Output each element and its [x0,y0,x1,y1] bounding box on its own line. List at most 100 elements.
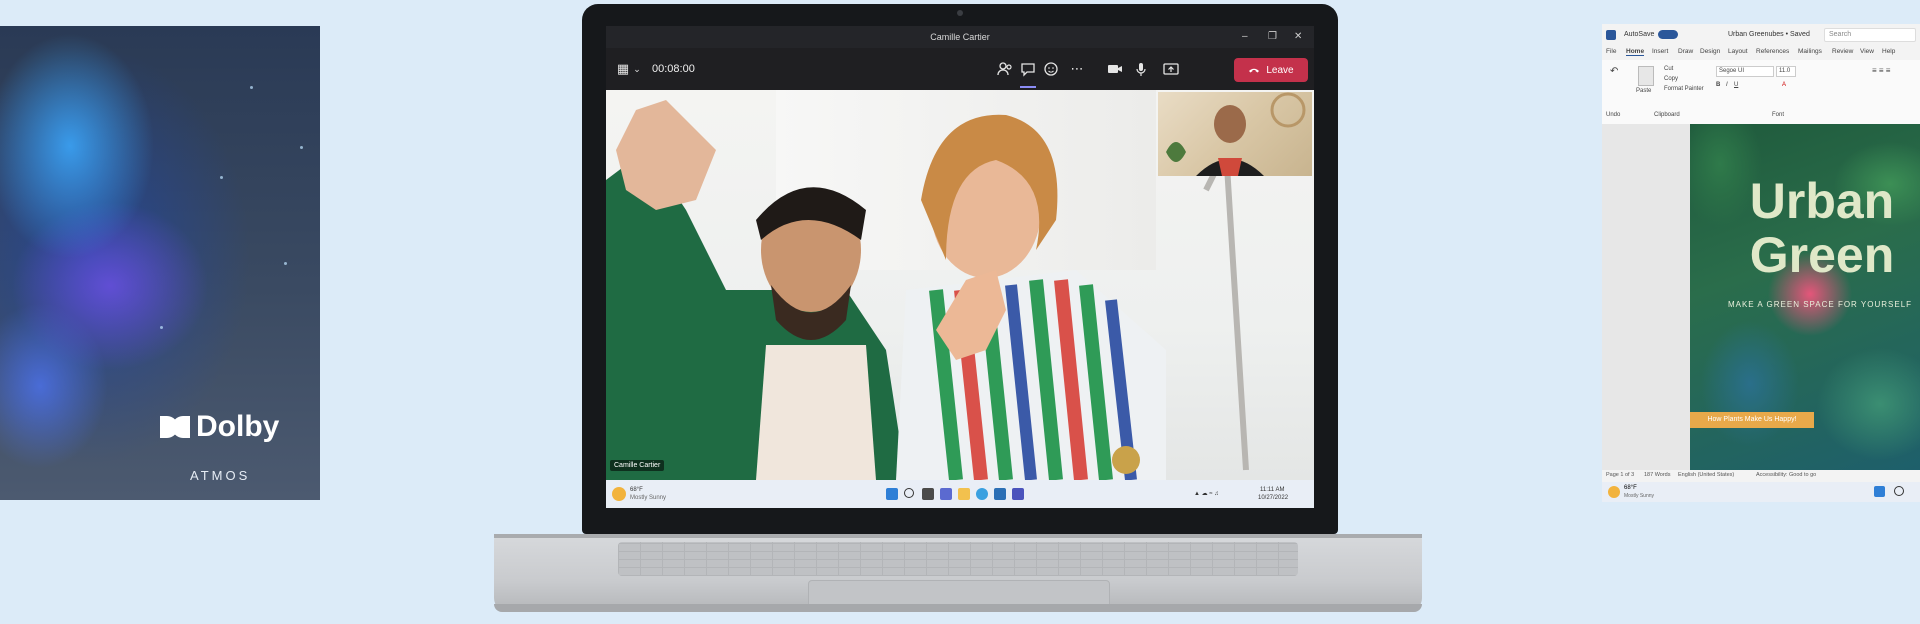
paste-icon[interactable] [1638,66,1654,86]
participant-name-tag: Camille Cartier [610,460,665,471]
weather-description: Mostly Sunny [1624,493,1655,499]
call-timer: 00:08:00 [652,63,695,75]
search-box[interactable]: Search [1824,28,1916,42]
laptop-screen: Camille Cartier – ❐ ✕ ▦ ⌄ 00:08:00 ⋯ Lea… [606,26,1314,508]
underline-icon[interactable]: U [1734,82,1738,88]
more-options-icon[interactable]: ⋯ [1068,60,1086,78]
star-particle [300,146,303,149]
laptop-lid: Camille Cartier – ❐ ✕ ▦ ⌄ 00:08:00 ⋯ Lea… [582,4,1338,534]
share-screen-icon[interactable] [1162,60,1180,78]
language-status[interactable]: English (United States) [1678,472,1734,478]
active-tab-indicator [1020,86,1036,88]
tab-mailings[interactable]: Mailings [1798,48,1822,55]
tab-layout[interactable]: Layout [1728,48,1748,55]
weather-sun-icon[interactable] [1608,486,1620,498]
weather-description: Mostly Sunny [630,495,667,501]
search-placeholder: Search [1829,31,1852,38]
font-size-select[interactable]: 11.0 [1776,66,1796,77]
chat-icon[interactable] [1019,60,1037,78]
people-icon[interactable] [996,60,1014,78]
webcam-icon [957,10,963,16]
star-particle [284,262,287,265]
font-size-value: 11.0 [1779,68,1791,74]
restore-icon[interactable]: ❐ [1268,31,1277,42]
teams-icon[interactable] [1012,488,1024,500]
font-name-select[interactable]: Segoe UI [1716,66,1774,77]
tab-help[interactable]: Help [1882,48,1895,55]
ribbon-tabs: File Home Insert Draw Design Layout Refe… [1602,46,1920,60]
search-icon[interactable] [904,488,914,498]
leave-button[interactable]: Leave [1234,58,1308,82]
react-icon[interactable] [1042,60,1060,78]
camera-icon[interactable] [1106,60,1124,78]
clock-date: 10/27/2022 [1258,495,1289,501]
word-status-bar: Page 1 of 3 187 Words English (United St… [1602,470,1920,482]
undo-group-label: Undo [1606,112,1621,118]
dolby-wordmark: Dolby [196,410,280,443]
clipboard-group-label: Clipboard [1654,112,1680,118]
tab-references[interactable]: References [1756,48,1789,55]
file-explorer-icon[interactable] [958,488,970,500]
chevron-down-icon[interactable]: ⌄ [628,60,646,78]
cut-button[interactable]: Cut [1664,66,1673,72]
task-view-icon[interactable] [922,488,934,500]
edge-icon[interactable] [976,488,988,500]
tab-design[interactable]: Design [1700,48,1720,55]
document-callout-button: How Plants Make Us Happy! [1690,412,1814,428]
home-ribbon: ↶ Undo Paste Cut Copy Format Painter Cli… [1602,60,1920,125]
dolby-double-d-icon [160,416,190,438]
document-page[interactable]: Urban Green MAKE A GREEN SPACE FOR YOURS… [1690,124,1920,470]
tab-view[interactable]: View [1860,48,1874,55]
autosave-label: AutoSave [1624,31,1655,38]
accessibility-status[interactable]: Accessibility: Good to go [1756,472,1816,478]
page-count[interactable]: Page 1 of 3 [1606,472,1634,478]
participant-thumbnail [1166,92,1306,176]
leave-button-label: Leave [1266,64,1294,76]
microphone-icon[interactable] [1132,60,1150,78]
weather-sun-icon[interactable] [612,487,626,501]
document-heading: Urban Green [1749,173,1895,283]
document-title: Urban Greenubes • Saved [1728,31,1810,38]
word-count[interactable]: 187 Words [1644,472,1671,478]
tab-insert[interactable]: Insert [1652,48,1668,55]
meeting-toolbar: ▦ ⌄ 00:08:00 ⋯ Leave [606,48,1314,90]
minimize-icon[interactable]: – [1242,31,1248,42]
hinge [494,534,1422,538]
font-color-icon[interactable]: A [1782,82,1786,88]
tab-home[interactable]: Home [1626,48,1645,56]
autosave-toggle[interactable] [1658,30,1678,39]
italic-icon[interactable]: I [1726,82,1728,88]
format-painter-button[interactable]: Format Painter [1664,86,1704,92]
windows-taskbar: 68°F Mostly Sunny ▲ ☁ ≈ ♫ 11:11 AM 10/27… [606,480,1314,508]
close-icon[interactable]: ✕ [1294,31,1302,42]
start-icon[interactable] [1874,486,1885,497]
dolby-logo: Dolby [160,410,279,444]
paste-label[interactable]: Paste [1636,88,1651,94]
word-app-icon [1606,30,1616,40]
copy-button[interactable]: Copy [1664,76,1678,82]
hang-up-icon [1249,68,1260,73]
paragraph-align-icons[interactable]: ≡ ≡ ≡ [1872,66,1890,75]
tab-review[interactable]: Review [1832,48,1853,55]
document-canvas: Urban Green MAKE A GREEN SPACE FOR YOURS… [1602,124,1920,470]
base-edge [494,604,1422,612]
bold-icon[interactable]: B [1716,82,1720,88]
start-icon[interactable] [886,488,898,500]
word-taskbar: 68°F Mostly Sunny [1602,482,1920,502]
weather-temp: 68°F [1624,485,1637,491]
teams-chat-icon[interactable] [940,488,952,500]
search-icon[interactable] [1894,486,1904,496]
tab-draw[interactable]: Draw [1678,48,1693,55]
system-tray-icons[interactable]: ▲ ☁ ≈ ♫ [1194,490,1219,497]
undo-icon[interactable]: ↶ [1610,66,1618,77]
font-name-value: Segoe UI [1719,68,1745,74]
teams-titlebar: Camille Cartier – ❐ ✕ [606,26,1314,48]
keyboard [618,542,1298,576]
store-icon[interactable] [994,488,1006,500]
dolby-atmos-panel: Dolby ATMOS [0,26,320,500]
word-window: AutoSave Urban Greenubes • Saved Search … [1602,24,1920,502]
self-view-video [1158,92,1312,176]
tab-file[interactable]: File [1606,48,1616,55]
word-titlebar: AutoSave Urban Greenubes • Saved Search [1602,24,1920,46]
clock-time: 11:11 AM [1260,487,1285,493]
